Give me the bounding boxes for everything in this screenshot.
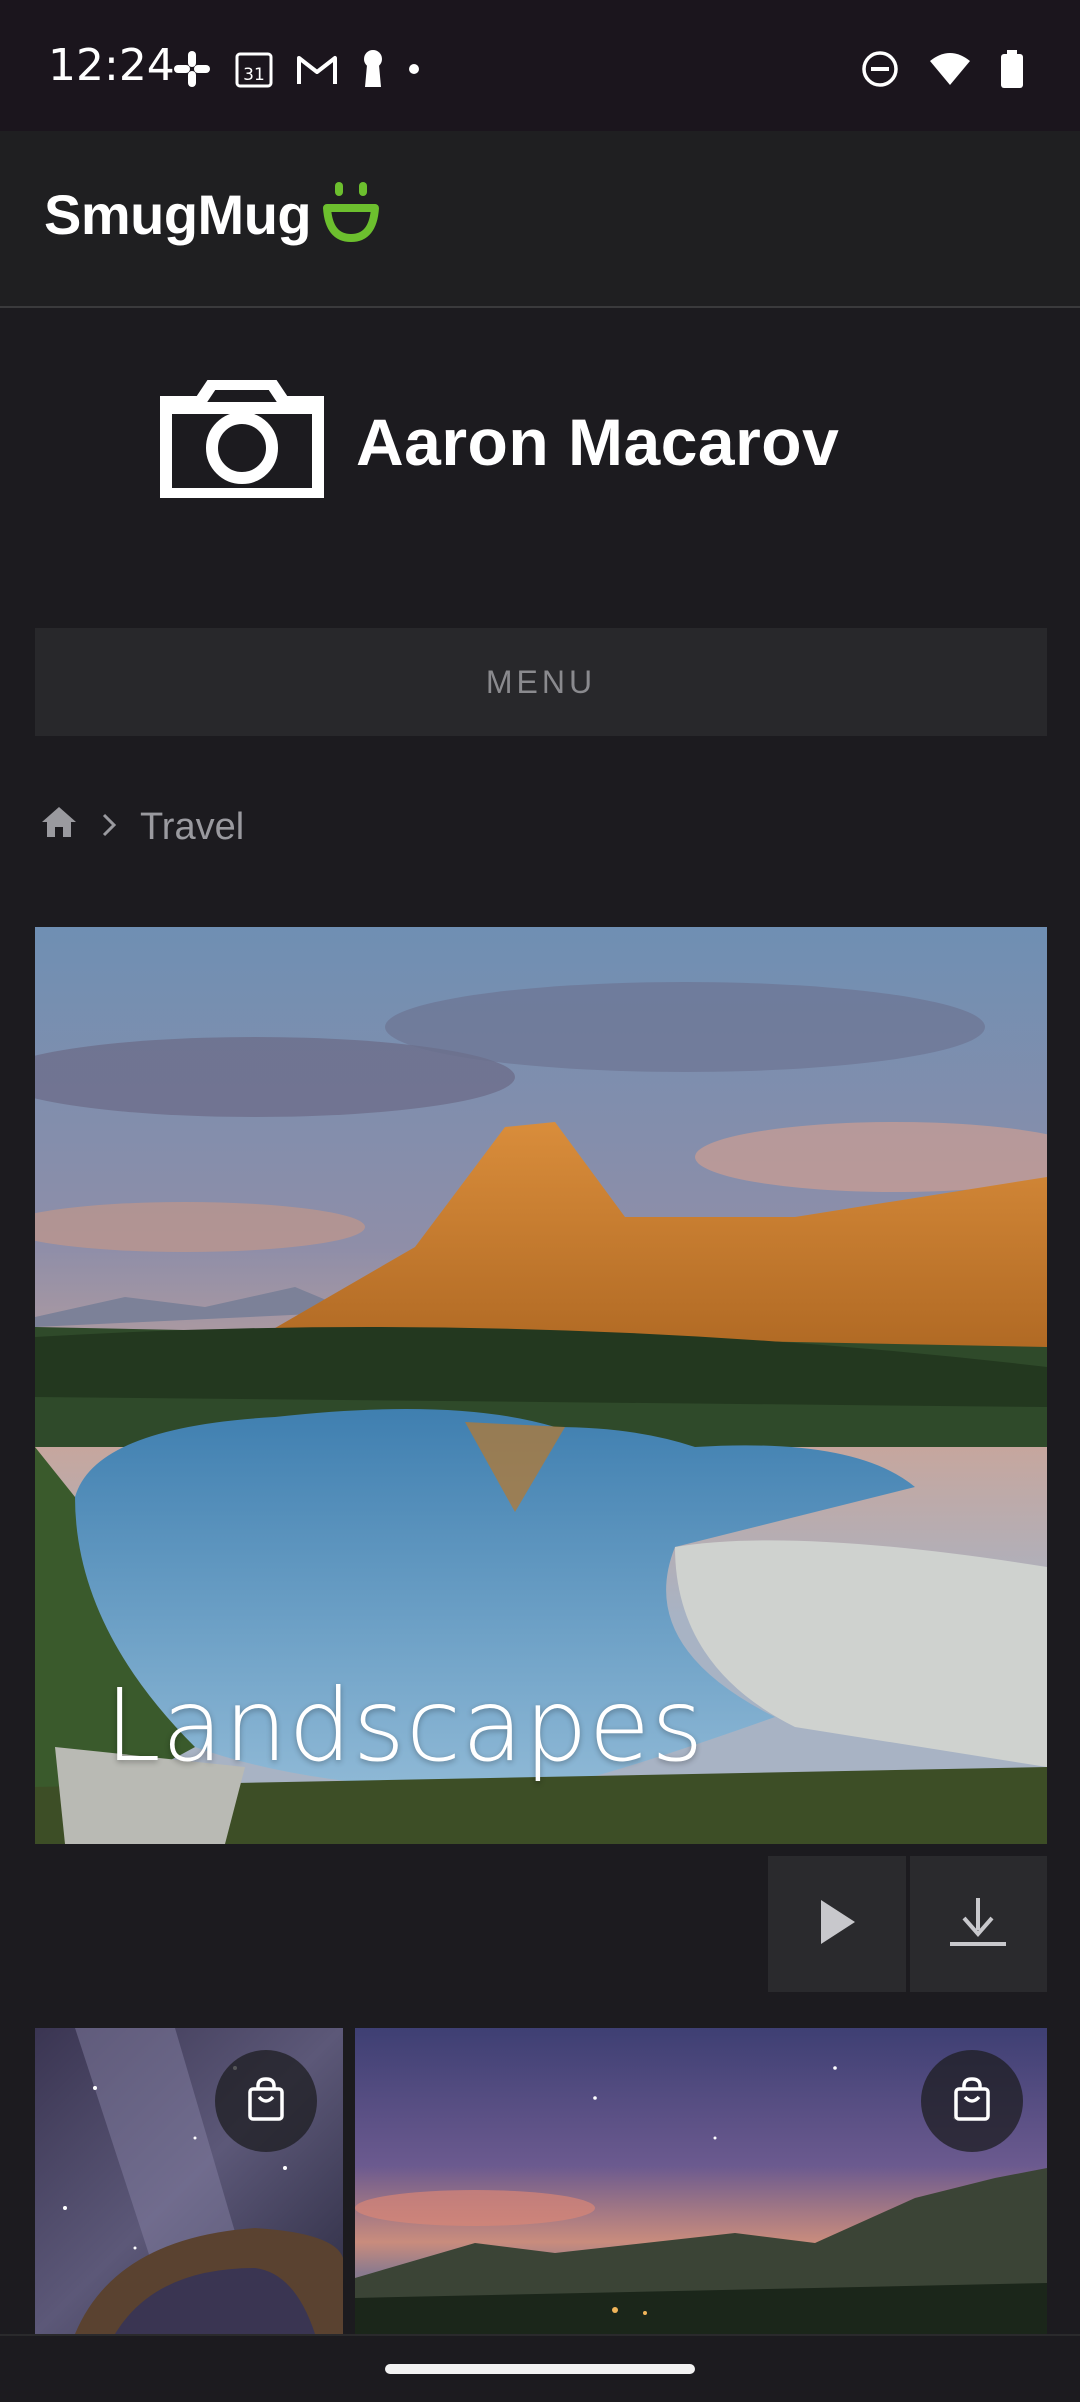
- gmail-icon: [296, 52, 338, 86]
- do-not-disturb-icon: [860, 49, 900, 89]
- gallery-title: Landscapes: [105, 1667, 705, 1784]
- menu-button[interactable]: MENU: [35, 628, 1047, 736]
- site-brand[interactable]: Aaron Macarov: [160, 378, 840, 503]
- smugmug-face-icon: [321, 180, 381, 249]
- breadcrumb: Travel: [40, 805, 244, 849]
- battery-icon: [1000, 49, 1024, 89]
- gallery-hero[interactable]: Landscapes: [35, 927, 1047, 1844]
- menu-label: MENU: [485, 663, 597, 700]
- status-time: 12:24: [48, 40, 175, 91]
- wifi-icon: [928, 51, 972, 87]
- system-nav-bar: [0, 2334, 1080, 2402]
- download-icon: [948, 1896, 1008, 1953]
- system-icons: [860, 44, 1024, 94]
- home-gesture-handle[interactable]: [385, 2364, 695, 2374]
- slack-icon: [172, 49, 212, 89]
- shopping-bag-icon: [952, 2076, 992, 2126]
- notification-icons: 31: [172, 44, 420, 94]
- breadcrumb-current[interactable]: Travel: [140, 806, 244, 849]
- slideshow-button[interactable]: [768, 1856, 906, 1992]
- home-icon[interactable]: [40, 805, 78, 849]
- chevron-right-icon: [100, 806, 118, 849]
- calendar-day: 31: [243, 65, 265, 85]
- logo-text: SmugMug: [44, 183, 312, 246]
- status-bar: 12:24 31: [0, 0, 1080, 131]
- calendar-icon: 31: [234, 49, 274, 89]
- gallery-actions: [768, 1856, 1047, 1992]
- dot-icon: [408, 63, 420, 75]
- camera-icon: [160, 378, 324, 503]
- download-button[interactable]: [909, 1856, 1047, 1992]
- gallery-thumbnail[interactable]: [355, 2028, 1047, 2334]
- smugmug-logo[interactable]: SmugMug: [44, 180, 381, 249]
- play-icon: [817, 1898, 857, 1951]
- keyhole-icon: [360, 49, 386, 89]
- owner-name: Aaron Macarov: [356, 404, 840, 479]
- shopping-bag-icon: [246, 2076, 286, 2126]
- buy-button[interactable]: [215, 2050, 317, 2152]
- gallery-thumbnail[interactable]: [35, 2028, 343, 2334]
- buy-button[interactable]: [921, 2050, 1023, 2152]
